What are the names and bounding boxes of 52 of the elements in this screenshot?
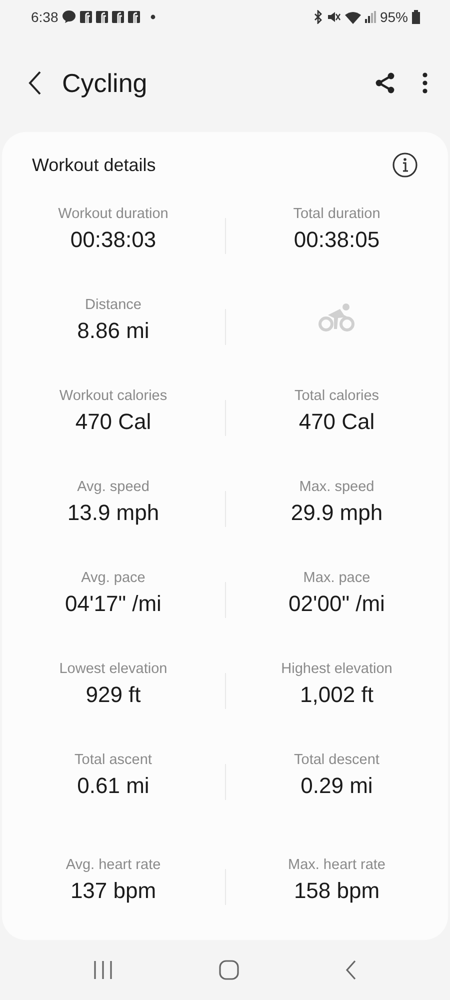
stat-label: Max. pace — [303, 569, 370, 588]
signal-icon — [364, 11, 376, 23]
app-notification-icon — [112, 11, 124, 23]
home-icon[interactable] — [218, 959, 240, 981]
stat-label: Lowest elevation — [59, 660, 168, 679]
status-time: 6:38 — [31, 9, 58, 25]
page-title: Cycling — [62, 68, 148, 98]
stat-value: 1,002 ft — [300, 681, 374, 709]
stat-value: 00:38:03 — [70, 226, 156, 254]
stat-label: Total calories — [294, 387, 380, 406]
mute-icon — [326, 10, 341, 24]
stat-value: 929 ft — [86, 681, 141, 709]
stat-value: 470 Cal — [298, 408, 375, 436]
stat-label: Workout calories — [59, 387, 168, 406]
stat-value: 00:38:05 — [294, 226, 380, 254]
stat-label: Avg. heart rate — [66, 856, 161, 875]
app-notification-icon — [128, 11, 140, 23]
stat-label: Max. heart rate — [288, 856, 386, 875]
wifi-icon — [344, 10, 361, 24]
dot-icon — [150, 14, 156, 20]
stat-label: Total duration — [293, 205, 380, 224]
app-notification-icon — [80, 11, 92, 23]
stat-value: 0.61 mi — [77, 772, 150, 800]
stat-value: 02'00" /mi — [288, 590, 385, 618]
app-notification-icon — [96, 11, 108, 23]
bluetooth-icon — [312, 10, 323, 24]
recent-apps-icon[interactable] — [92, 960, 114, 980]
stat-value: 29.9 mph — [290, 499, 383, 527]
stat-label: Total ascent — [74, 751, 152, 770]
card-title: Workout details — [32, 154, 156, 176]
stat-label: Highest elevation — [281, 660, 392, 679]
chat-icon — [62, 10, 76, 24]
bicycle-icon — [318, 303, 356, 333]
battery-icon — [412, 10, 420, 24]
stat-label: Avg. speed — [77, 478, 150, 497]
stat-value: 04'17" /mi — [65, 590, 162, 618]
battery-percent: 95% — [380, 9, 408, 25]
stat-label: Workout duration — [58, 205, 168, 224]
stat-label: Max. speed — [299, 478, 374, 497]
stat-label: Total descent — [294, 751, 380, 770]
share-icon[interactable] — [374, 72, 396, 94]
stat-value: 8.86 mi — [77, 317, 150, 345]
stat-value: 158 bpm — [294, 877, 380, 905]
info-icon[interactable] — [392, 152, 418, 178]
back-icon[interactable] — [28, 71, 42, 95]
more-options-icon[interactable] — [422, 72, 428, 94]
stat-label: Avg. pace — [81, 569, 146, 588]
stat-value: 0.29 mi — [300, 772, 373, 800]
stat-value: 137 bpm — [70, 877, 156, 905]
stat-value: 470 Cal — [75, 408, 152, 436]
stat-label: Distance — [85, 296, 142, 315]
stat-value: 13.9 mph — [67, 499, 160, 527]
